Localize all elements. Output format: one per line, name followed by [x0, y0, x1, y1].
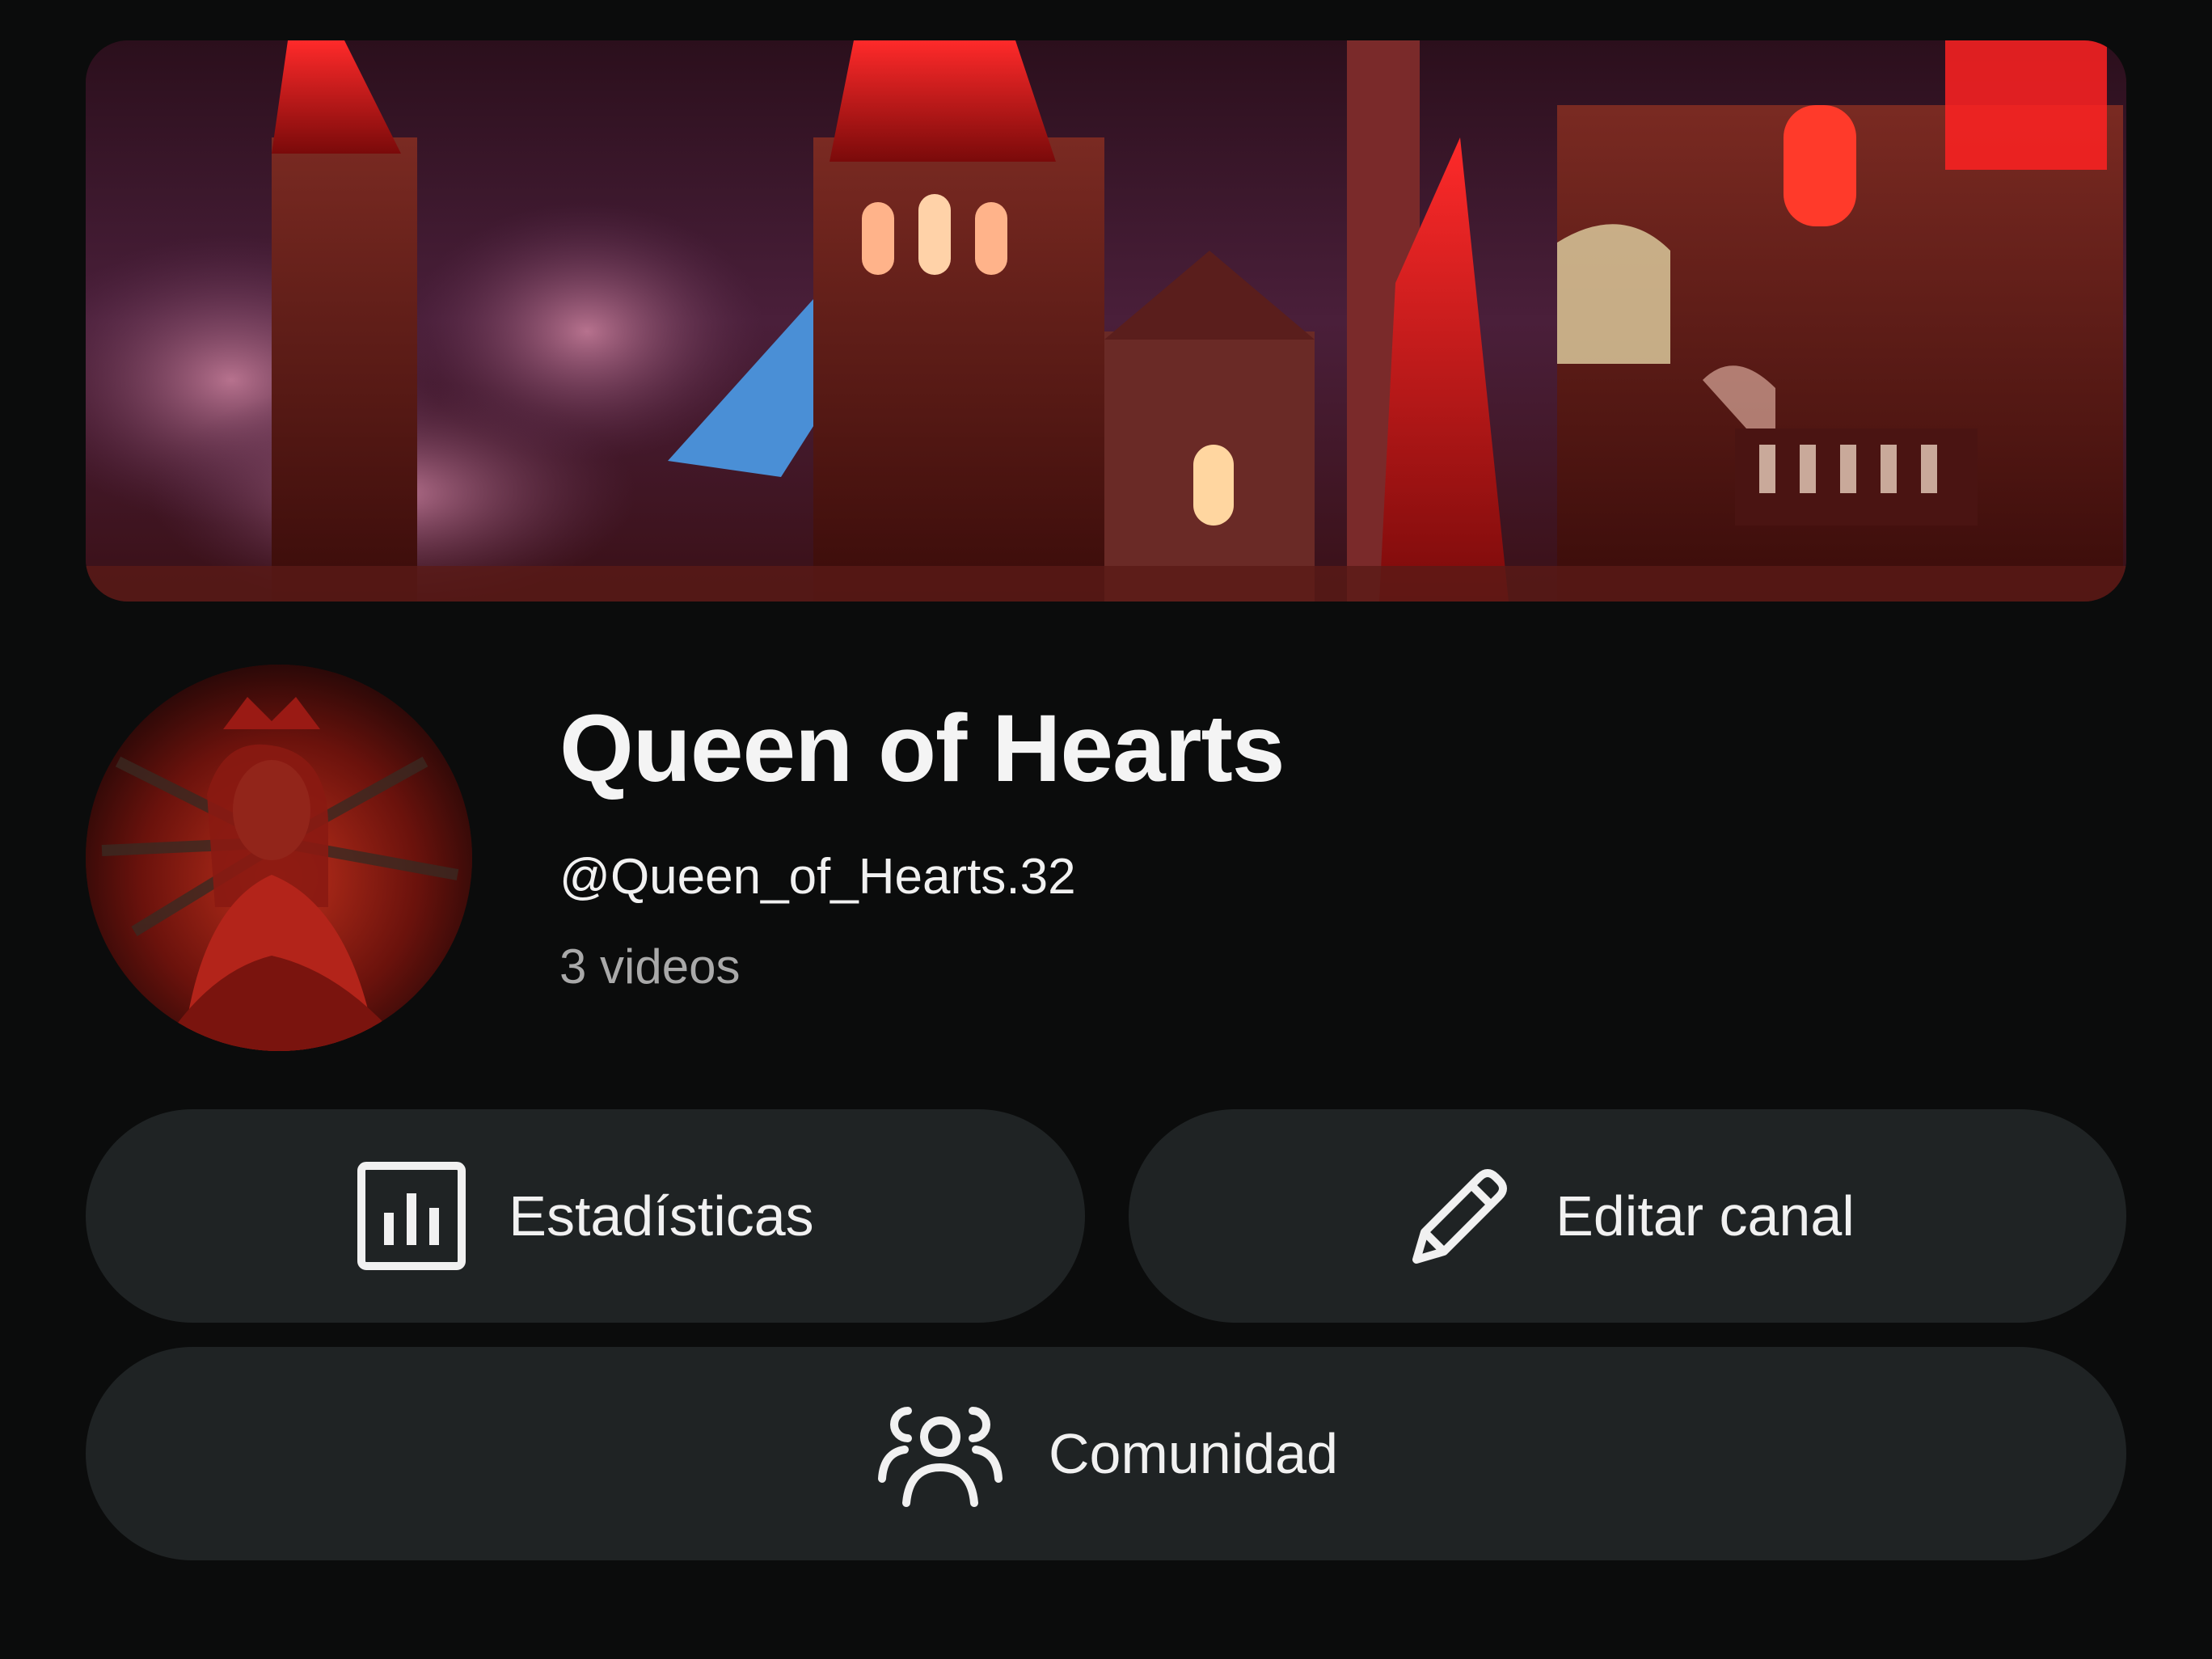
- pencil-icon: [1400, 1159, 1513, 1273]
- avatar-image: [86, 665, 472, 1051]
- channel-page: Queen of Hearts @Queen_of_Hearts.32 3 vi…: [0, 0, 2212, 1659]
- channel-banner[interactable]: [86, 40, 2126, 602]
- channel-name: Queen of Hearts: [559, 695, 1285, 802]
- edit-channel-button[interactable]: Editar canal: [1129, 1109, 2126, 1323]
- channel-avatar[interactable]: [86, 665, 472, 1051]
- channel-handle: @Queen_of_Hearts.32: [559, 849, 1076, 905]
- people-icon: [874, 1399, 1007, 1508]
- community-button[interactable]: Comunidad: [86, 1347, 2126, 1560]
- community-label: Comunidad: [1049, 1422, 1338, 1485]
- stats-button[interactable]: Estadísticas: [86, 1109, 1085, 1323]
- stats-label: Estadísticas: [509, 1184, 814, 1247]
- bar-chart-icon: [357, 1161, 466, 1271]
- video-count[interactable]: 3 videos: [559, 938, 740, 996]
- edit-channel-label: Editar canal: [1556, 1184, 1855, 1247]
- castle-banner-image: [86, 40, 2126, 602]
